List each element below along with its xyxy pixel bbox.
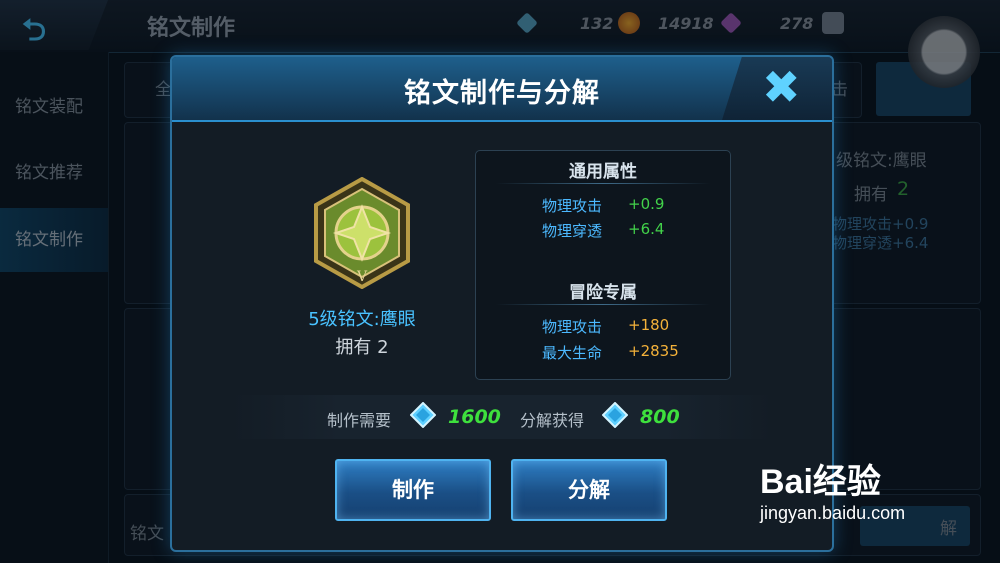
adventure-stat-value: +180 bbox=[628, 316, 670, 334]
svg-text:V: V bbox=[356, 269, 368, 285]
general-stat-value: +6.4 bbox=[628, 220, 665, 238]
general-stat-name: 物理穿透 bbox=[542, 222, 603, 240]
decompose-button[interactable]: 分解 bbox=[511, 459, 667, 521]
adventure-attr-heading: 冒险专属 bbox=[569, 283, 637, 303]
general-attr-heading: 通用属性 bbox=[569, 162, 637, 182]
watermark-url: jingyan.baidu.com bbox=[760, 503, 906, 523]
adventure-stat-name: 物理攻击 bbox=[542, 318, 603, 336]
crystal-icon bbox=[602, 402, 628, 428]
general-stat-value: +0.9 bbox=[628, 195, 665, 213]
crystal-icon bbox=[410, 402, 436, 428]
watermark-logo: Bai经验 bbox=[760, 463, 881, 501]
baidu-watermark: Bai经验 jingyan.baidu.com bbox=[760, 454, 905, 524]
close-icon[interactable]: ✖ bbox=[762, 62, 801, 112]
rune-owned-count: 拥有 2 bbox=[335, 337, 389, 358]
rune-eagle-eye-icon: V bbox=[314, 177, 410, 289]
decompose-gain-label: 分解获得 bbox=[520, 411, 585, 430]
adventure-stat-name: 最大生命 bbox=[542, 344, 603, 362]
craft-cost-label: 制作需要 bbox=[327, 411, 392, 430]
craft-cost-value: 1600 bbox=[448, 406, 501, 428]
attribute-panel: 通用属性 物理攻击 +0.9 物理穿透 +6.4 冒险专属 物理攻击 +180 … bbox=[475, 150, 731, 380]
craft-decompose-dialog: 铭文制作与分解 ✖ V 5级铭文:鹰眼 拥有 2 通用属性 物理攻击 +0.9 … bbox=[170, 55, 834, 552]
divider bbox=[496, 304, 710, 305]
rune-name: 5级铭文:鹰眼 bbox=[308, 309, 416, 330]
craft-button[interactable]: 制作 bbox=[335, 459, 491, 521]
divider bbox=[496, 183, 710, 184]
adventure-stat-value: +2835 bbox=[628, 342, 679, 360]
decompose-gain-value: 800 bbox=[640, 406, 680, 428]
general-stat-name: 物理攻击 bbox=[542, 197, 603, 215]
cost-bar bbox=[232, 395, 772, 439]
